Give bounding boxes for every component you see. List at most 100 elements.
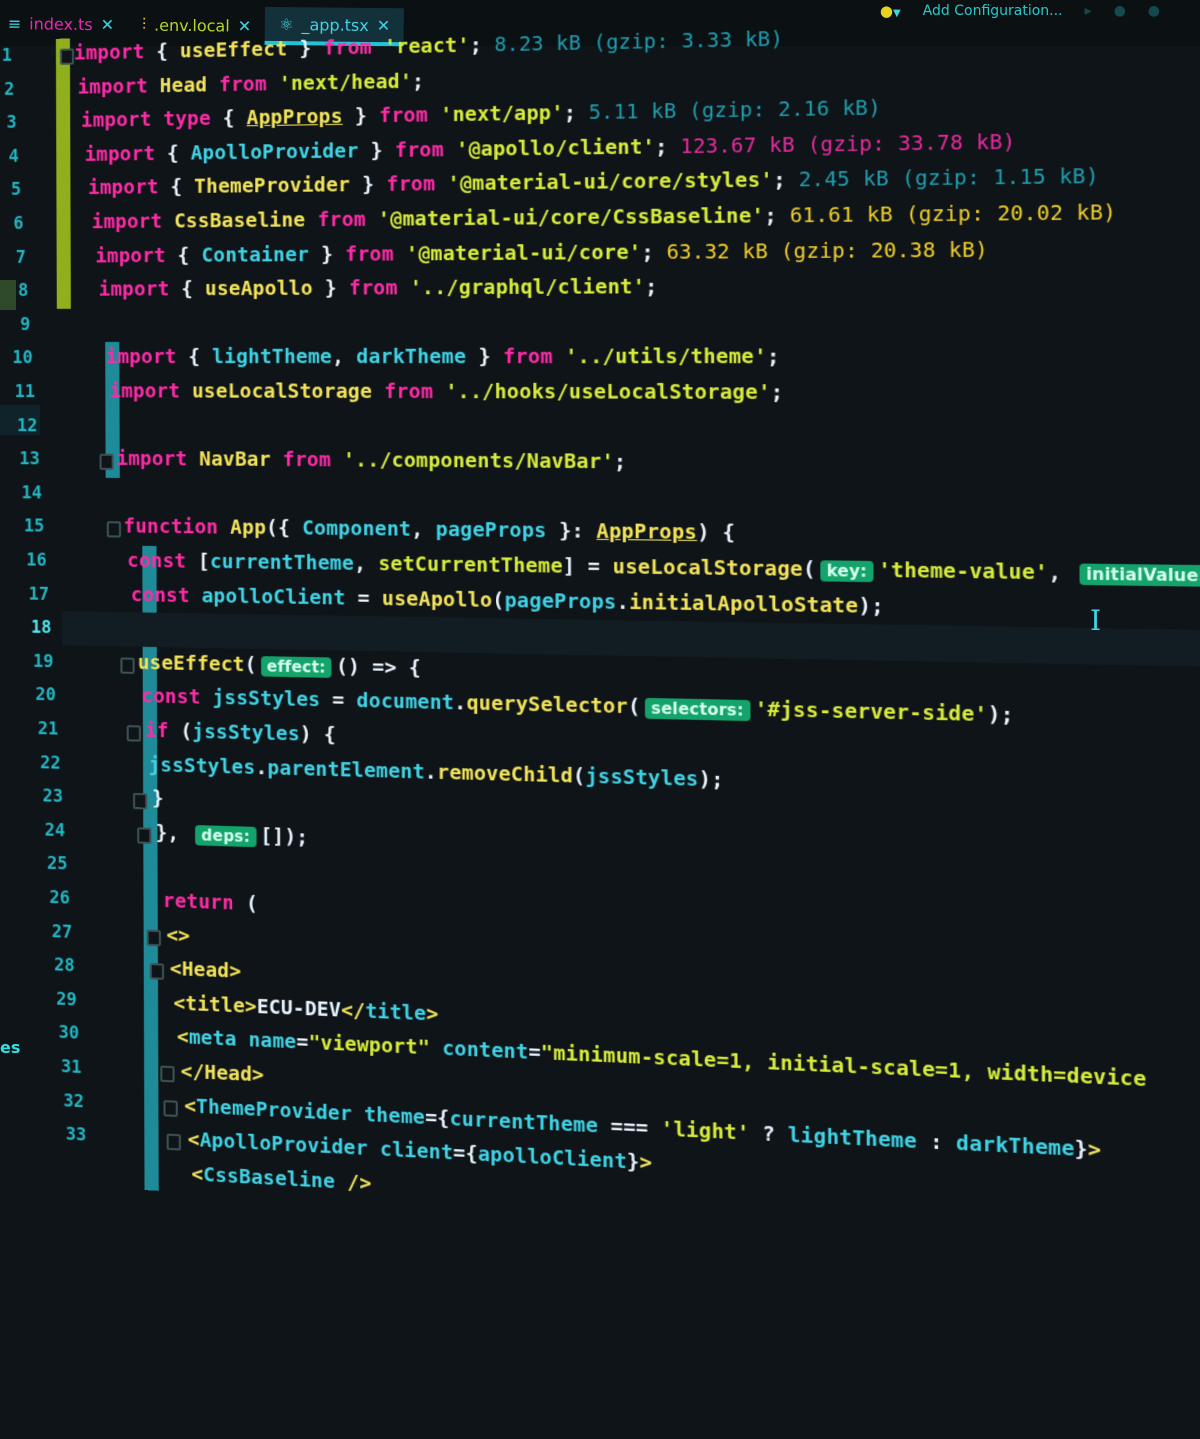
code-token: jssStyles (200, 686, 321, 712)
code-token: { (165, 244, 202, 267)
code-token: setCurrentTheme (378, 552, 563, 578)
code-line[interactable]: import { lightTheme, darkTheme } from '.… (106, 346, 780, 369)
code-line[interactable]: import { Container } from '@material-ui/… (95, 238, 988, 267)
fold-toggle-icon[interactable] (106, 521, 121, 538)
typescript-file-icon: ≡ (7, 13, 22, 33)
code-line[interactable]: if (jssStyles) { (145, 720, 336, 747)
close-icon[interactable]: ✕ (238, 16, 252, 35)
code-token: ); (987, 703, 1014, 728)
fold-toggle-icon[interactable] (163, 1099, 178, 1117)
code-token: App (218, 516, 267, 540)
code-token: ; (613, 450, 627, 474)
code-token: ] = (562, 555, 613, 579)
code-token: }: (546, 520, 597, 544)
account-icon[interactable]: ●▼ (880, 2, 901, 20)
code-token: lightTheme (212, 346, 333, 369)
code-line[interactable]: useEffect(effect:() => { (138, 652, 421, 680)
code-line[interactable]: import { useApollo } from '../graphql/cl… (99, 276, 658, 301)
code-token: darkTheme (956, 1131, 1075, 1161)
code-token: ThemeProvider theme (196, 1095, 426, 1129)
line-number: 33 (65, 1124, 87, 1146)
code-token: useLocalStorage (612, 555, 803, 582)
code-token: useLocalStorage (180, 380, 385, 404)
line-number: 16 (26, 550, 47, 571)
fold-toggle-icon[interactable] (167, 1133, 182, 1151)
code-token: import (109, 380, 181, 403)
code-token: document (356, 690, 455, 715)
code-token: ( (244, 653, 257, 677)
code-token: jssStyles (585, 764, 699, 791)
code-line[interactable]: return ( (163, 890, 258, 916)
code-editor[interactable]: 1 import { useEffect } from 'react'; 8.23… (0, 8, 1200, 1439)
code-token: ; (766, 345, 780, 369)
code-line[interactable]: import type { AppProps } from 'next/app'… (81, 97, 881, 132)
code-token: useEffect (179, 38, 288, 63)
code-line[interactable]: jssStyles.parentElement.removeChild(jssS… (148, 754, 723, 792)
line-number: 12 (16, 415, 38, 436)
code-line[interactable]: <CssBaseline /> (191, 1163, 371, 1195)
code-token: import (77, 74, 149, 99)
code-token: } (152, 787, 164, 811)
code-line[interactable]: function App({ Component, pageProps }: A… (124, 516, 736, 545)
line-number: 6 (13, 213, 24, 234)
code-line[interactable]: const jssStyles = document.querySelector… (141, 686, 1014, 728)
fold-toggle-icon[interactable] (160, 1065, 175, 1083)
parameter-hint-badge: initialValue: (1079, 563, 1200, 587)
code-token: } (466, 345, 504, 369)
code-token: []); (260, 824, 309, 849)
code-token: from (379, 104, 429, 128)
code-token: '../components/NavBar' (330, 449, 614, 474)
code-line[interactable]: <title>ECU-DEV</title> (173, 992, 438, 1026)
close-icon[interactable]: ✕ (101, 15, 115, 34)
line-number: 21 (37, 719, 59, 740)
code-line[interactable]: const [currentTheme, setCurrentTheme] = … (127, 550, 1200, 589)
code-line[interactable]: }, deps: []); (156, 822, 309, 849)
code-line[interactable]: <> (166, 924, 190, 947)
code-token: 5.11 kB (gzip: 2.16 kB) (588, 96, 882, 125)
fold-toggle-icon[interactable] (150, 963, 165, 981)
code-token: } (342, 104, 380, 129)
code-line[interactable]: </Head> (181, 1060, 264, 1086)
code-token: import (84, 142, 156, 166)
code-token: { (144, 40, 180, 64)
code-token: pageProps (504, 589, 617, 614)
code-line[interactable]: import NavBar from '../components/NavBar… (116, 448, 626, 474)
fold-toggle-icon[interactable] (146, 929, 162, 946)
parameter-hint-badge: effect: (260, 655, 332, 678)
code-token: , (353, 552, 379, 576)
code-line[interactable]: const apolloClient = useApollo(pageProps… (131, 584, 884, 618)
code-token: 123.67 kB (gzip: 33.78 kB) (680, 130, 1016, 159)
code-line[interactable]: import useLocalStorage from '../hooks/us… (109, 380, 783, 404)
code-line[interactable]: <meta name="viewport" content="minimum-s… (177, 1026, 1146, 1092)
fold-toggle-icon[interactable] (59, 48, 75, 65)
code-token: { (210, 107, 247, 131)
code-token: jssStyles (192, 720, 300, 746)
fold-toggle-icon[interactable] (126, 725, 141, 742)
code-token: currentTheme (209, 550, 355, 575)
add-configuration-button[interactable]: Add Configuration... (923, 3, 1063, 19)
code-token: from (503, 345, 553, 369)
code-line[interactable]: import { ThemeProvider } from '@material… (88, 165, 1099, 199)
line-number: 8 (17, 281, 29, 302)
line-number: 26 (49, 887, 70, 909)
code-line[interactable]: } (152, 788, 164, 811)
fold-toggle-icon[interactable] (99, 453, 115, 471)
code-token: removeChild (436, 760, 573, 788)
text-cursor-icon: I (1090, 604, 1102, 637)
code-line[interactable]: import Head from 'next/head'; (77, 70, 424, 99)
code-line[interactable]: import { ApolloProvider } from '@apollo/… (85, 130, 1016, 165)
code-line[interactable]: import CssBaseline from '@material-ui/co… (92, 201, 1117, 233)
line-number: 4 (8, 146, 19, 167)
code-token: apolloClient (477, 1143, 628, 1174)
fold-toggle-icon[interactable] (136, 827, 152, 844)
code-token: 63.32 kB (gzip: 20.38 kB) (666, 238, 989, 264)
code-line[interactable]: <Head> (170, 958, 241, 983)
code-token: /> (335, 1170, 372, 1195)
code-token: = (345, 586, 383, 610)
code-token: import (88, 176, 159, 200)
code-token: '../hooks/useLocalStorage' (433, 380, 771, 405)
line-number: 3 (6, 112, 17, 134)
fold-toggle-icon[interactable] (119, 657, 135, 674)
code-token: 'next/app' (427, 101, 564, 127)
fold-toggle-icon[interactable] (133, 793, 148, 810)
